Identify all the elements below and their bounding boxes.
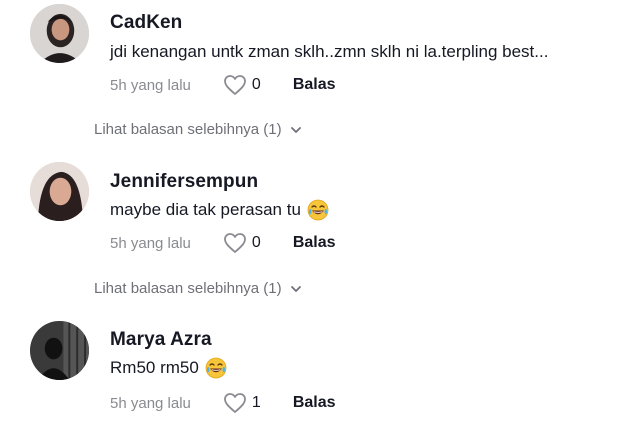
comment-time: 5h yang lalu [110,234,191,252]
view-more-replies-label: Lihat balasan selebihnya (1) [94,280,282,297]
reply-button[interactable]: Balas [293,76,336,94]
chevron-down-icon [290,283,302,295]
like-button[interactable]: 0 [223,74,261,96]
comment-meta: 5h yang lalu 0 Balas [110,232,336,254]
view-more-replies[interactable]: Lihat balasan selebihnya (1) [94,121,302,138]
comment-time: 5h yang lalu [110,394,191,412]
comment-text-content: Rm50 rm50 [110,358,199,377]
like-button[interactable]: 1 [223,392,261,414]
reply-button[interactable]: Balas [293,394,336,412]
like-count: 0 [251,76,261,93]
chevron-down-icon [290,124,302,136]
avatar[interactable] [30,321,89,380]
comment-text: maybe dia tak perasan tu [110,199,329,221]
comment-username[interactable]: Jennifersempun [110,171,258,193]
comment-text-content: maybe dia tak perasan tu [110,200,301,219]
comment-time: 5h yang lalu [110,76,191,94]
face-with-tears-of-joy-icon [307,199,329,221]
comment-meta: 5h yang lalu 1 Balas [110,392,336,414]
like-button[interactable]: 0 [223,232,261,254]
comment-text: Rm50 rm50 [110,357,227,379]
comment-text: jdi kenangan untk zman sklh..zmn sklh ni… [110,42,548,62]
heart-outline-icon [223,74,247,96]
avatar[interactable] [30,162,89,221]
face-with-tears-of-joy-icon [205,357,227,379]
view-more-replies[interactable]: Lihat balasan selebihnya (1) [94,280,302,297]
comment-text-content: jdi kenangan untk zman sklh..zmn sklh ni… [110,42,549,61]
like-count: 1 [251,394,261,411]
heart-outline-icon [223,232,247,254]
comment-meta: 5h yang lalu 0 Balas [110,74,336,96]
comment-username[interactable]: Marya Azra [110,329,212,351]
reply-button[interactable]: Balas [293,234,336,252]
heart-outline-icon [223,392,247,414]
view-more-replies-label: Lihat balasan selebihnya (1) [94,121,282,138]
avatar[interactable] [30,4,89,63]
comment-username[interactable]: CadKen [110,12,182,34]
like-count: 0 [251,234,261,251]
